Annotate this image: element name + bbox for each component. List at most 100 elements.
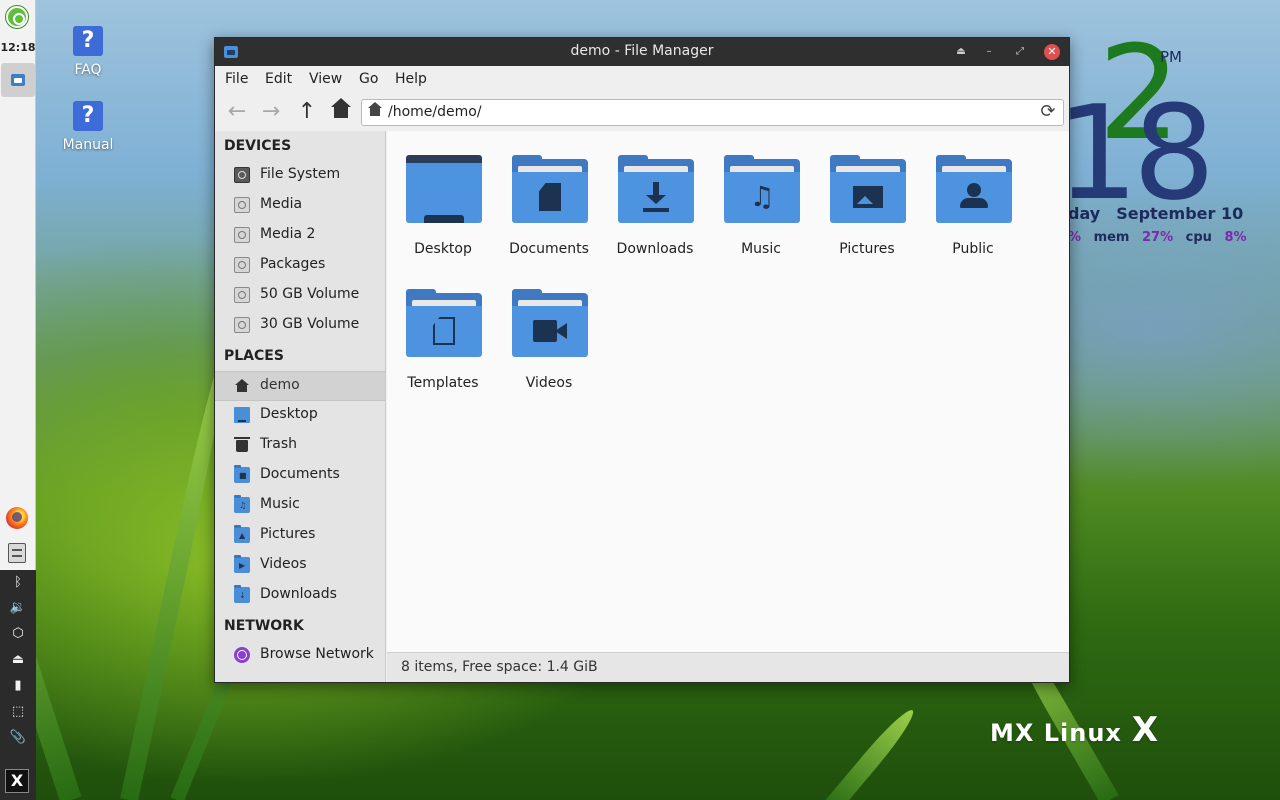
trash-icon: [234, 437, 250, 452]
public-folder-icon: [936, 155, 1012, 225]
left-panel: 12:18 ᛒ 🔉 ⬡ ⏏ ▮ ⬚ 📎 X: [0, 0, 36, 800]
eject-icon[interactable]: ⏏: [0, 649, 36, 671]
file-item-label: Documents: [509, 241, 589, 257]
forward-button[interactable]: →: [258, 99, 284, 125]
conky-minute: 18: [1068, 77, 1215, 229]
update-notifier-icon[interactable]: [6, 6, 28, 28]
panel-clock[interactable]: 12:18: [0, 41, 36, 54]
sidebar-item-30gb-volume[interactable]: 30 GB Volume: [215, 311, 385, 341]
title-bar[interactable]: demo - File Manager ⏏ – ⤢ ✕: [215, 38, 1069, 66]
network-icon: [234, 647, 250, 663]
show-desktop-icon[interactable]: [8, 543, 26, 563]
file-item-label: Public: [952, 241, 994, 257]
volume-icon[interactable]: 🔉: [0, 597, 36, 619]
file-item-label: Music: [741, 241, 781, 257]
file-item-label: Pictures: [839, 241, 895, 257]
sidebar-item-label: Media: [260, 196, 303, 212]
menu-view[interactable]: View: [309, 71, 342, 87]
sidebar-item-label: Packages: [260, 256, 326, 272]
sidebar-item-downloads[interactable]: ↓ Downloads: [215, 581, 385, 611]
sidebar-item-label: Desktop: [260, 406, 318, 422]
sidebar-item-50gb-volume[interactable]: 50 GB Volume: [215, 281, 385, 311]
reload-icon[interactable]: ⟳: [1037, 101, 1059, 123]
file-manager-icon: [11, 74, 25, 86]
menu-edit[interactable]: Edit: [265, 71, 292, 87]
home-button[interactable]: [328, 98, 354, 125]
desktop-icon-manual[interactable]: ? Manual: [48, 101, 128, 153]
file-view[interactable]: Desktop Documents Downloads ♫ Music Pict…: [387, 131, 1069, 652]
close-button[interactable]: ✕: [1044, 44, 1060, 60]
window-title: demo - File Manager: [570, 43, 714, 59]
sidebar-item-browse-network[interactable]: Browse Network: [215, 641, 385, 671]
battery-icon[interactable]: ▮: [0, 675, 36, 697]
shade-button[interactable]: ⏏: [953, 44, 969, 60]
sidebar-item-pictures[interactable]: ▲ Pictures: [215, 521, 385, 551]
sidebar-item-music[interactable]: ♫ Music: [215, 491, 385, 521]
grass-blade: [822, 704, 920, 800]
videos-folder-icon: ▶: [234, 555, 250, 573]
clipboard-icon[interactable]: 📎: [0, 727, 36, 749]
network-disconnected-icon[interactable]: ⬚: [0, 701, 36, 723]
sidebar-item-label: Music: [260, 496, 300, 512]
status-bar: 8 items, Free space: 1.4 GiB: [387, 652, 1069, 682]
bluetooth-icon[interactable]: ᛒ: [0, 572, 36, 594]
minimize-button[interactable]: –: [981, 44, 997, 60]
home-icon: [331, 98, 351, 118]
sidebar-item-label: demo: [260, 377, 300, 393]
sidebar-item-packages[interactable]: Packages: [215, 251, 385, 281]
sidebar-item-media-2[interactable]: Media 2: [215, 221, 385, 251]
sidebar-item-label: Media 2: [260, 226, 316, 242]
taskbar-file-manager-button[interactable]: [1, 63, 35, 97]
conky-date-text: September 10: [1116, 204, 1244, 223]
system-tray: ᛒ 🔉 ⬡ ⏏ ▮ ⬚ 📎: [0, 570, 36, 800]
maximize-button[interactable]: ⤢: [1012, 44, 1028, 60]
sidebar-item-label: Downloads: [260, 586, 337, 602]
sidebar-item-trash[interactable]: Trash: [215, 431, 385, 461]
sidebar-item-label: Documents: [260, 466, 340, 482]
location-input[interactable]: /home/demo/: [388, 104, 482, 120]
arrow-left-icon: ←: [227, 99, 247, 124]
conky-mem-label: mem: [1093, 230, 1130, 245]
desktop-icon-faq[interactable]: ? FAQ: [48, 26, 128, 78]
drive-icon: [234, 167, 250, 183]
sidebar-header-places: PLACES: [224, 348, 284, 364]
package-icon[interactable]: ⬡: [0, 623, 36, 645]
firefox-icon[interactable]: [6, 507, 28, 529]
sidebar-header-devices: DEVICES: [224, 138, 292, 154]
sidebar-item-desktop[interactable]: Desktop: [215, 401, 385, 431]
sidebar-item-documents[interactable]: ■ Documents: [215, 461, 385, 491]
sidebar-item-demo[interactable]: demo: [215, 371, 385, 401]
brand-text: MX Linux: [990, 719, 1122, 747]
arrow-up-icon: ↑: [297, 99, 317, 124]
desktop-folder-icon: [406, 155, 482, 225]
sidebar-header-network: NETWORK: [224, 618, 304, 634]
conky-stats: % mem 27% cpu 8%: [1068, 230, 1247, 245]
desktop-icon-label: Manual: [62, 137, 114, 153]
sidebar-item-videos[interactable]: ▶ Videos: [215, 551, 385, 581]
status-text: 8 items, Free space: 1.4 GiB: [401, 659, 598, 675]
downloads-folder-icon: [618, 155, 694, 225]
mx-menu-icon[interactable]: X: [5, 769, 29, 793]
conky-cpu-pct: 8%: [1224, 230, 1247, 245]
drive-icon: [234, 287, 250, 303]
conky-day: day: [1068, 204, 1101, 223]
conky-clock: 2 18 PM day September 10 % mem 27% cpu 8%: [1068, 40, 1280, 250]
sidebar-item-label: Trash: [260, 436, 297, 452]
mx-linux-logo: MX Linux X: [990, 710, 1159, 750]
menu-go[interactable]: Go: [359, 71, 378, 87]
conky-cpu-label: cpu: [1185, 230, 1212, 245]
location-bar[interactable]: /home/demo/ ⟳: [361, 99, 1064, 126]
home-icon: [368, 102, 382, 116]
sidebar-item-label: Videos: [260, 556, 307, 572]
pictures-folder-icon: ▲: [234, 525, 250, 543]
up-button[interactable]: ↑: [294, 99, 320, 125]
menu-file[interactable]: File: [225, 71, 248, 87]
sidebar-item-media[interactable]: Media: [215, 191, 385, 221]
menu-bar: File Edit View Go Help: [215, 66, 1069, 93]
templates-folder-icon: [406, 289, 482, 359]
back-button[interactable]: ←: [224, 99, 250, 125]
menu-help[interactable]: Help: [395, 71, 427, 87]
file-manager-window: demo - File Manager ⏏ – ⤢ ✕ File Edit Vi…: [214, 37, 1070, 683]
drive-icon: [234, 197, 250, 213]
sidebar-item-file-system[interactable]: File System: [215, 161, 385, 191]
